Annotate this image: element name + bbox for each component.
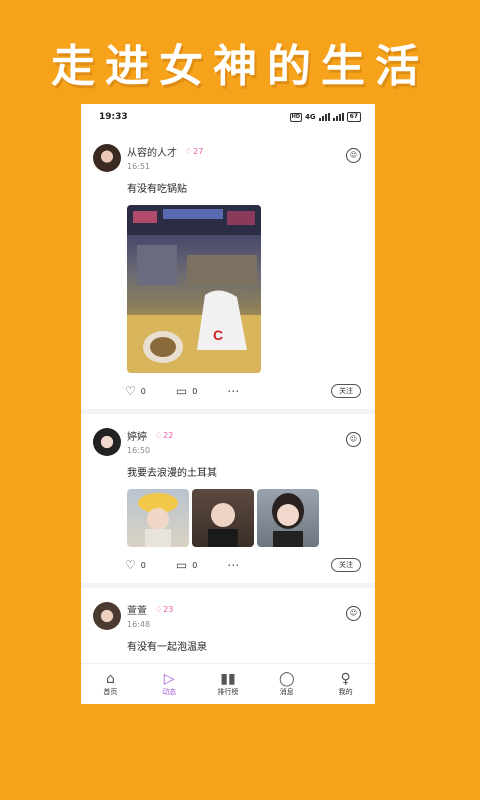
more-button[interactable]: ⋯ — [227, 558, 239, 572]
feed-post[interactable]: 婷婷 ♢ 22 16:50 ☺ 我要去浪漫的土耳其 ♡ 0 ▭ 0 ⋯ 关注 — [81, 414, 375, 583]
rank-badge: ♢ 22 — [155, 431, 174, 440]
tab-home[interactable]: ⌂ 首页 — [85, 671, 135, 697]
avatar[interactable] — [93, 428, 121, 456]
rank-badge: ♢ 23 — [155, 605, 174, 614]
feed-post[interactable]: 从容的人才 ♢ 27 16:51 ☺ 有没有吃锅贴 C ♡ 0 ▭ 0 ⋯ 关注 — [81, 130, 375, 409]
phone-screen: 19:33 HD 4G 67 从容的人才 ♢ 27 16:51 ☺ 有没有吃锅贴… — [81, 104, 375, 704]
profile-icon: ♀ — [340, 671, 351, 687]
status-time: 19:33 — [99, 112, 128, 122]
battery-icon: 67 — [346, 112, 361, 122]
svg-text:C: C — [213, 327, 223, 343]
tab-messages[interactable]: ◯ 消息 — [262, 671, 312, 697]
post-time: 16:48 — [127, 620, 151, 629]
post-text: 我要去浪漫的土耳其 — [127, 468, 217, 479]
post-username[interactable]: 婷婷 — [127, 428, 147, 443]
status-bar: 19:33 HD 4G 67 — [81, 104, 375, 130]
greet-smile-icon[interactable]: ☺ — [346, 148, 361, 163]
tab-profile[interactable]: ♀ 我的 — [321, 671, 371, 697]
network-label: 4G — [305, 113, 316, 121]
flame-icon: ♢ — [155, 605, 163, 614]
feed-list[interactable]: 从容的人才 ♢ 27 16:51 ☺ 有没有吃锅贴 C ♡ 0 ▭ 0 ⋯ 关注… — [81, 130, 375, 664]
avatar[interactable] — [93, 602, 121, 630]
home-icon: ⌂ — [105, 671, 115, 687]
like-button[interactable]: ♡ 0 — [125, 384, 146, 398]
more-button[interactable]: ⋯ — [227, 384, 239, 398]
comment-icon: ▭ — [175, 558, 188, 572]
bar-chart-icon: ▮▮ — [220, 671, 236, 687]
post-time: 16:50 — [127, 446, 151, 455]
signal-icon — [318, 113, 330, 121]
post-photo[interactable] — [192, 489, 254, 547]
post-text: 有没有一起泡温泉 — [127, 642, 207, 653]
rank-badge: ♢ 27 — [185, 147, 204, 156]
greet-smile-icon[interactable]: ☺ — [346, 432, 361, 447]
like-button[interactable]: ♡ 0 — [125, 558, 146, 572]
post-time: 16:51 — [127, 162, 151, 171]
signal-icon — [332, 113, 344, 121]
tab-ranking[interactable]: ▮▮ 排行榜 — [203, 671, 253, 697]
flame-icon: ♢ — [155, 431, 163, 440]
heart-icon: ♡ — [125, 384, 136, 398]
hd-icon: HD — [289, 112, 303, 122]
message-icon: ◯ — [278, 671, 295, 687]
heart-icon: ♡ — [125, 558, 136, 572]
flame-icon: ♢ — [185, 147, 193, 156]
bottom-tab-bar: ⌂ 首页 ▷ 动态 ▮▮ 排行榜 ◯ 消息 ♀ 我的 — [81, 663, 375, 704]
post-photo[interactable] — [257, 489, 319, 547]
post-text: 有没有吃锅贴 — [127, 184, 187, 195]
post-username[interactable]: 萱萱 — [127, 602, 147, 617]
greet-smile-icon[interactable]: ☺ — [346, 606, 361, 621]
avatar[interactable] — [93, 144, 121, 172]
more-icon: ⋯ — [227, 558, 240, 572]
post-username[interactable]: 从容的人才 — [127, 144, 177, 159]
promo-banner-title: 走进女神的生活 — [51, 41, 429, 92]
comment-button[interactable]: ▭ 0 — [176, 384, 197, 398]
play-icon: ▷ — [163, 671, 175, 687]
comment-button[interactable]: ▭ 0 — [176, 558, 197, 572]
follow-button[interactable]: 关注 — [331, 384, 361, 398]
post-photo[interactable]: C — [127, 205, 261, 373]
comment-icon: ▭ — [175, 384, 188, 398]
follow-button[interactable]: 关注 — [331, 558, 361, 572]
more-icon: ⋯ — [227, 384, 240, 398]
tab-feed[interactable]: ▷ 动态 — [144, 671, 194, 697]
feed-post[interactable]: 萱萱 ♢ 23 16:48 ☺ 有没有一起泡温泉 — [81, 588, 375, 664]
post-photo[interactable] — [127, 489, 189, 547]
